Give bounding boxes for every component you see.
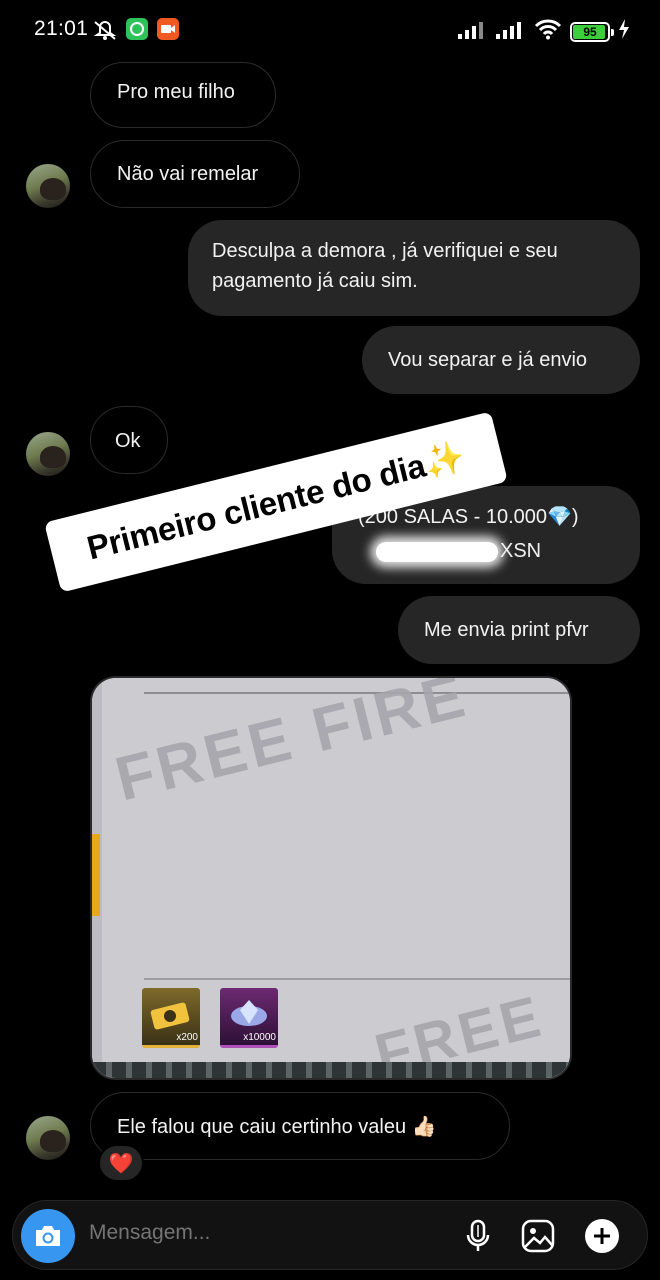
message-text: Me envia print pfvr [424,619,589,641]
wifi-icon [534,18,562,45]
heart-reaction[interactable]: ❤️ [98,1144,144,1182]
image-bottom-strip [92,1062,570,1078]
signal-icon [496,19,526,44]
message-bubble-outgoing[interactable]: Vou separar e já envio [362,326,640,394]
charging-icon [618,19,630,44]
message-text: Ele falou que caiu certinho valeu 👍🏻 [117,1116,437,1138]
message-text: Ok [115,430,141,452]
yellow-tab [92,834,100,916]
message-text: Pro meu filho [117,81,235,103]
message-composer [12,1200,648,1270]
status-time: 21:01 [34,17,89,40]
message-image[interactable]: FREE FIRE FREE x200 x10000 [90,676,572,1080]
camera-button[interactable] [21,1209,75,1263]
camera-icon [36,1226,60,1246]
redacted-text [376,541,498,562]
heart-icon: ❤️ [108,1152,134,1175]
watermark-text: FREE FIRE [108,676,475,815]
gallery-button[interactable] [519,1217,557,1255]
message-bubble-incoming[interactable]: Pro meu filho [90,62,276,128]
diamond-icon: x10000 [220,988,278,1048]
item-quantity: x200 [176,1032,198,1043]
avatar[interactable] [26,164,70,208]
microphone-icon [466,1219,490,1251]
microphone-button[interactable] [459,1217,497,1255]
avatar[interactable] [26,432,70,476]
message-text: Não vai remelar [117,163,259,185]
message-text: Vou separar e já envio [388,349,588,371]
message-bubble-outgoing[interactable]: Desculpa a demora , já verifiquei e seu … [188,220,640,316]
mute-icon [92,19,118,46]
message-bubble-incoming[interactable]: Não vai remelar [90,140,300,208]
status-right: 95 [458,18,630,45]
message-text-line: XSN [376,536,541,566]
divider [144,978,570,980]
video-recorder-icon [157,18,179,45]
signal-icon [458,19,488,44]
status-bar: 21:01 95 [0,0,660,60]
message-text-suffix: XSN [500,540,542,562]
battery-icon: 95 [570,21,614,42]
screenshot-image: FREE FIRE FREE x200 x10000 [92,678,570,1078]
item-quantity: x10000 [243,1032,276,1043]
whatsapp-icon [126,18,148,45]
message-bubble-incoming[interactable]: Ele falou que caiu certinho valeu 👍🏻 [90,1092,510,1160]
message-bubble-outgoing[interactable]: Me envia print pfvr [398,596,640,664]
message-text-line: pagamento já caiu sim. [212,270,418,292]
message-bubble-incoming[interactable]: Ok [90,406,168,474]
add-icon [585,1219,619,1253]
room-card-icon: x200 [142,988,200,1048]
gallery-icon [521,1219,555,1253]
add-button[interactable] [583,1217,621,1255]
message-input[interactable] [89,1221,389,1245]
message-text-line: Desculpa a demora , já verifiquei e seu [212,240,558,262]
battery-level-text: 95 [583,24,597,39]
avatar[interactable] [26,1116,70,1160]
